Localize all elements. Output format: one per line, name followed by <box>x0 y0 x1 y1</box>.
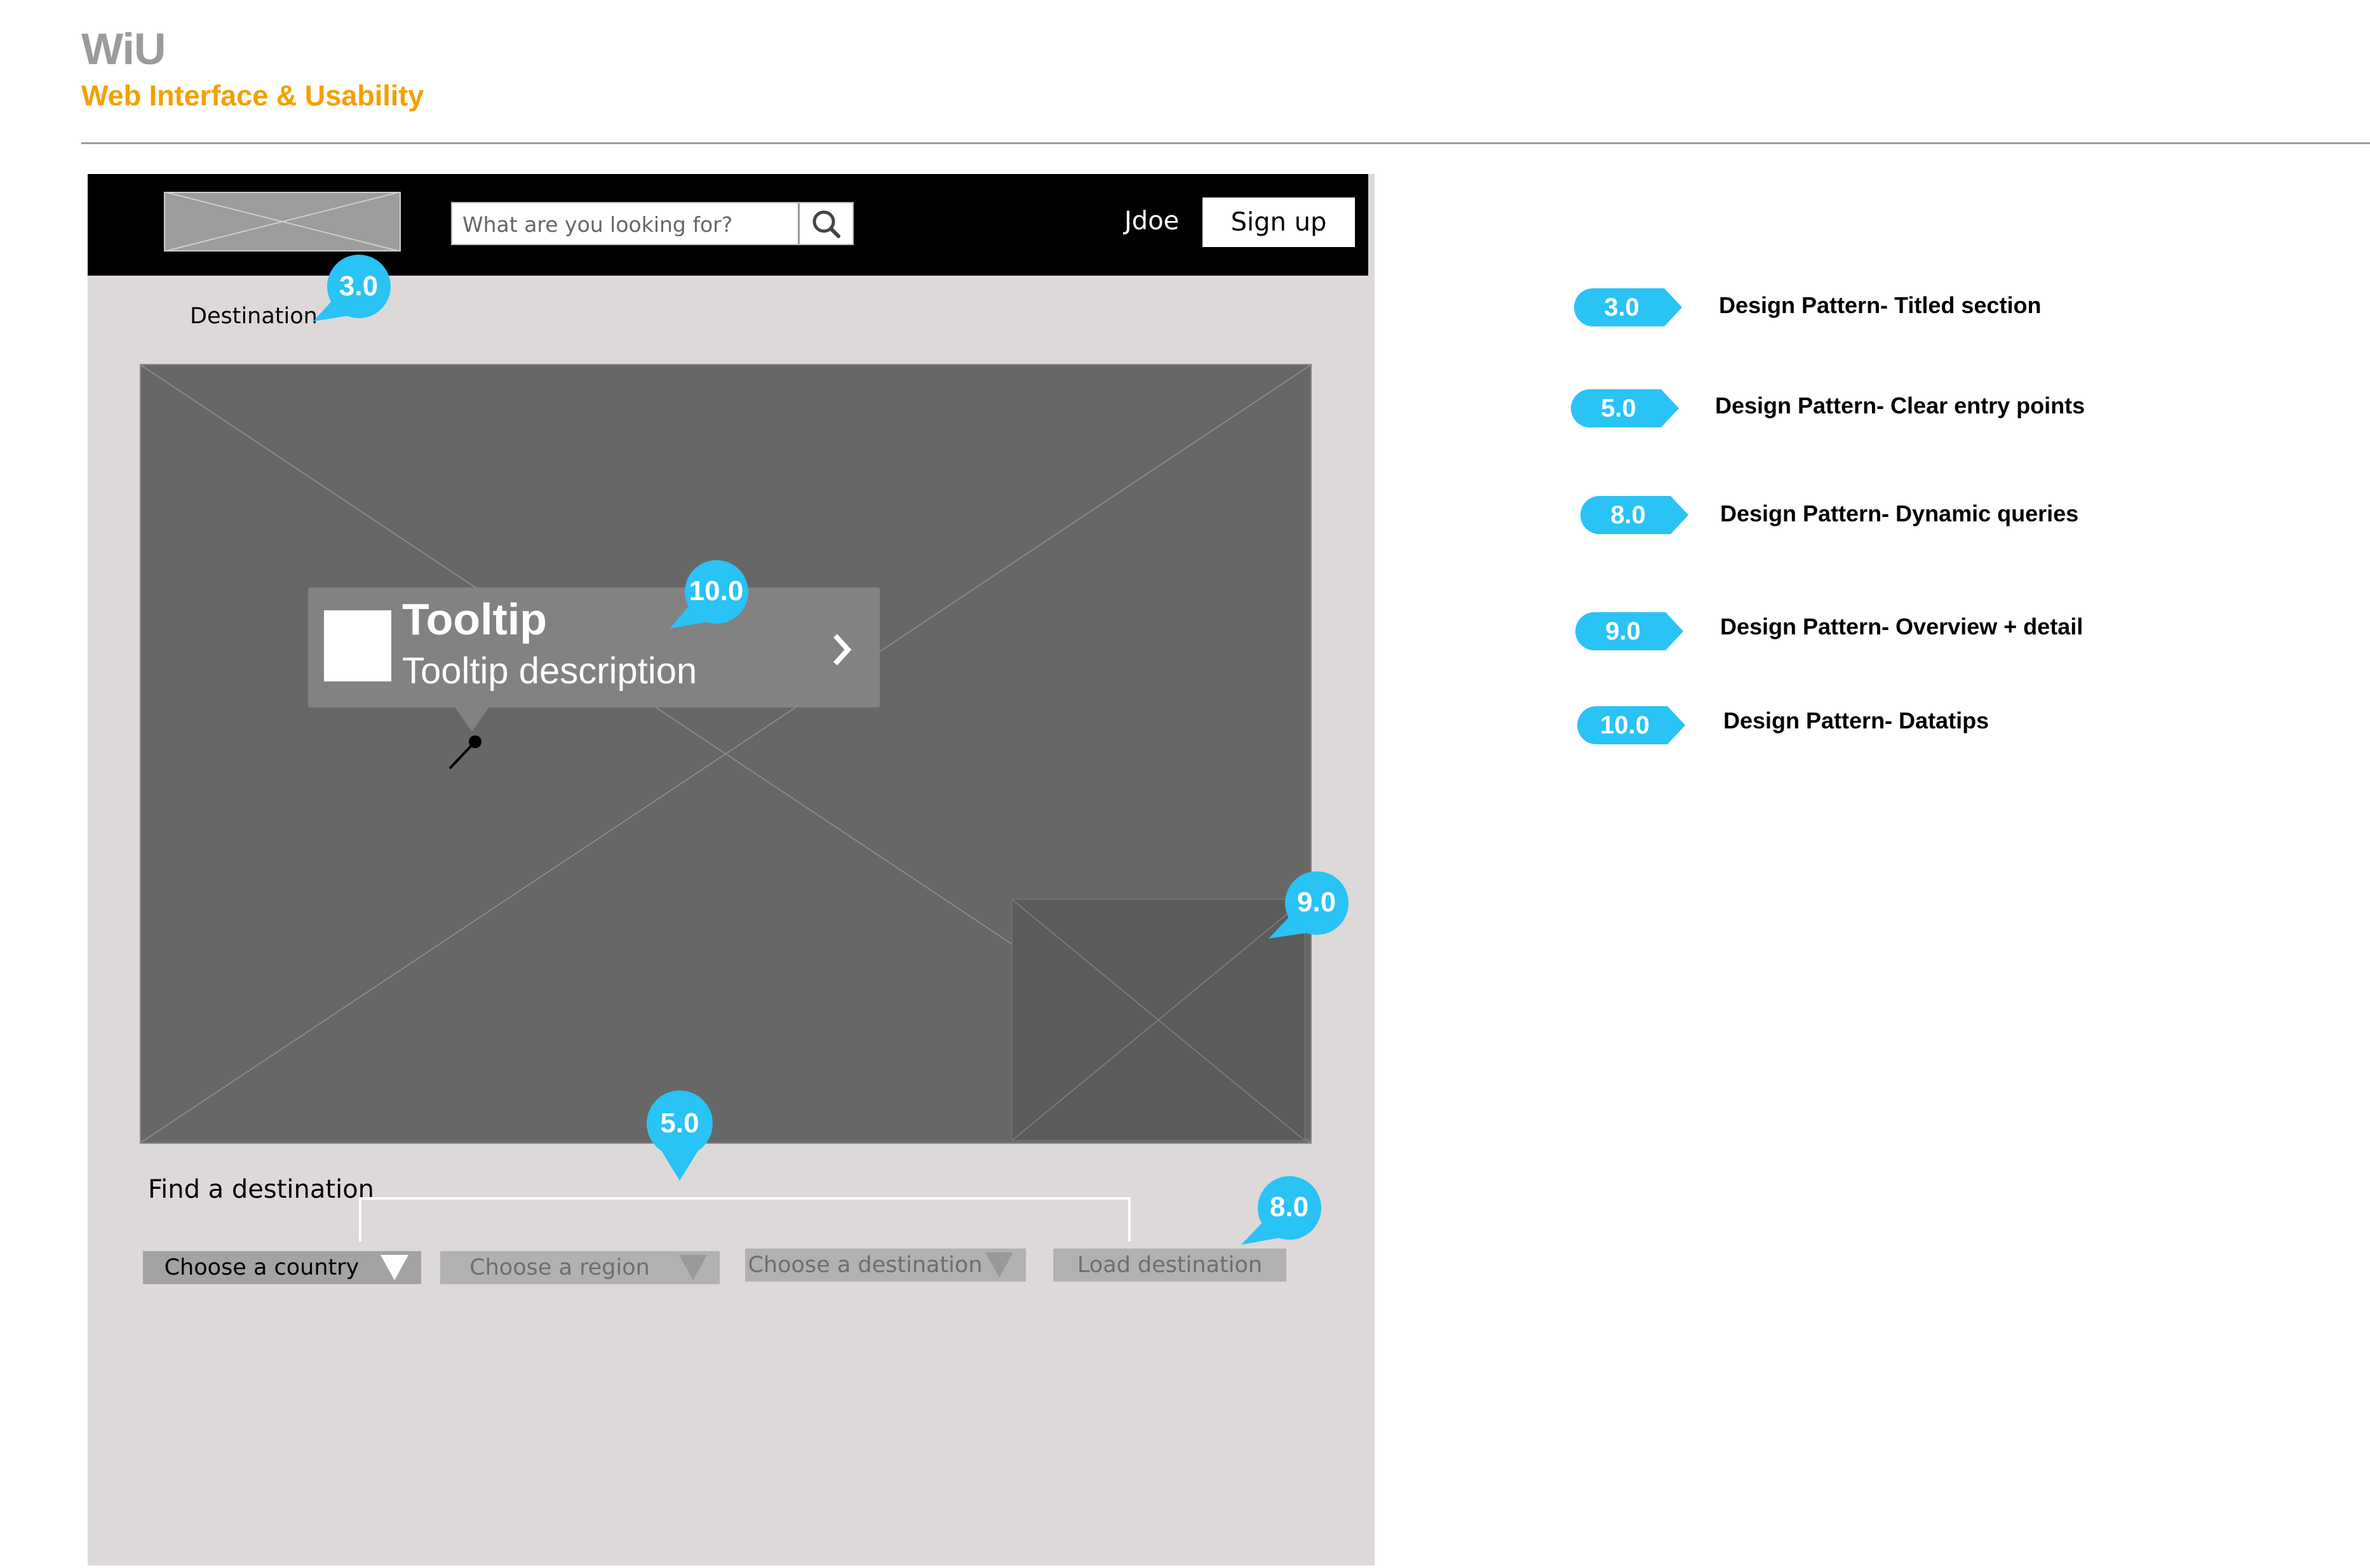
tooltip-title: Tooltip <box>402 594 548 644</box>
sign-up-button[interactable]: Sign up <box>1202 198 1355 247</box>
marker-overview-detail: 9.0 <box>1266 870 1352 940</box>
marker-entry-points: 5.0 <box>645 1089 715 1184</box>
filter-group-bracket <box>359 1197 1131 1242</box>
search-button[interactable] <box>798 203 852 244</box>
find-destination-label: Find a destination <box>148 1175 375 1204</box>
legend-text: Design Pattern- Dynamic queries <box>1720 500 2079 526</box>
search-icon <box>812 210 840 238</box>
marker-dynamic-queries: 8.0 <box>1239 1176 1324 1246</box>
search-input[interactable] <box>461 203 794 245</box>
marker-datatips: 10.0 <box>667 559 753 632</box>
overview-minimap[interactable] <box>1011 899 1305 1141</box>
minimap-crosslines <box>1013 900 1304 1140</box>
brand-subtitle: Web Interface & Usability <box>81 79 424 112</box>
legend-text: Design Pattern- Clear entry points <box>1715 392 2085 419</box>
legend-badge: 3.0 <box>1574 288 1685 326</box>
legend-badge: 8.0 <box>1580 496 1692 534</box>
marker-entry-points-label: 5.0 <box>660 1108 699 1139</box>
chevron-right-icon[interactable] <box>829 631 854 669</box>
search-bar <box>451 202 854 245</box>
tooltip-pointer <box>454 706 490 732</box>
marker-dynamic-queries-label: 8.0 <box>1269 1191 1309 1223</box>
map-pin-icon[interactable] <box>445 729 489 774</box>
dropdown-arrow-icon <box>985 1252 1013 1278</box>
marker-titled-section: 3.0 <box>308 255 394 325</box>
section-title: Destination <box>190 304 318 329</box>
region-dropdown[interactable]: Choose a region <box>440 1251 720 1284</box>
legend-badge: 10.0 <box>1577 706 1688 744</box>
load-destination-button[interactable]: Load destination <box>1053 1249 1286 1282</box>
country-dropdown-label: Choose a country <box>164 1255 360 1280</box>
marker-titled-section-label: 3.0 <box>339 271 379 302</box>
destination-dropdown[interactable]: Choose a destination <box>745 1249 1026 1282</box>
legend-badge-label: 10.0 <box>1600 711 1650 739</box>
legend-badge: 5.0 <box>1571 389 1682 427</box>
dropdown-arrow-icon <box>380 1255 408 1280</box>
tooltip-thumbnail <box>324 610 391 681</box>
marker-datatips-label: 10.0 <box>689 575 744 606</box>
region-dropdown-label: Choose a region <box>469 1255 650 1280</box>
marker-overview-detail-label: 9.0 <box>1296 887 1336 918</box>
legend-badge-label: 9.0 <box>1605 617 1641 645</box>
brand-title: WiU <box>81 24 166 74</box>
username-link[interactable]: Jdoe <box>1124 206 1179 236</box>
legend-badge-label: 8.0 <box>1610 500 1646 529</box>
legend-badge-label: 5.0 <box>1601 394 1636 422</box>
legend-badge-label: 3.0 <box>1604 293 1639 321</box>
legend-text: Design Pattern- Overview + detail <box>1720 613 2084 640</box>
header-divider <box>81 142 2370 144</box>
legend-text: Design Pattern- Titled section <box>1719 292 2042 318</box>
dropdown-arrow-icon <box>679 1255 707 1280</box>
destination-dropdown-label: Choose a destination <box>748 1252 983 1278</box>
tooltip-description: Tooltip description <box>402 650 697 692</box>
legend-badge: 9.0 <box>1575 612 1687 650</box>
legend-text: Design Pattern- Datatips <box>1723 707 1990 734</box>
logo-placeholder[interactable] <box>164 192 401 251</box>
country-dropdown[interactable]: Choose a country <box>143 1251 421 1284</box>
